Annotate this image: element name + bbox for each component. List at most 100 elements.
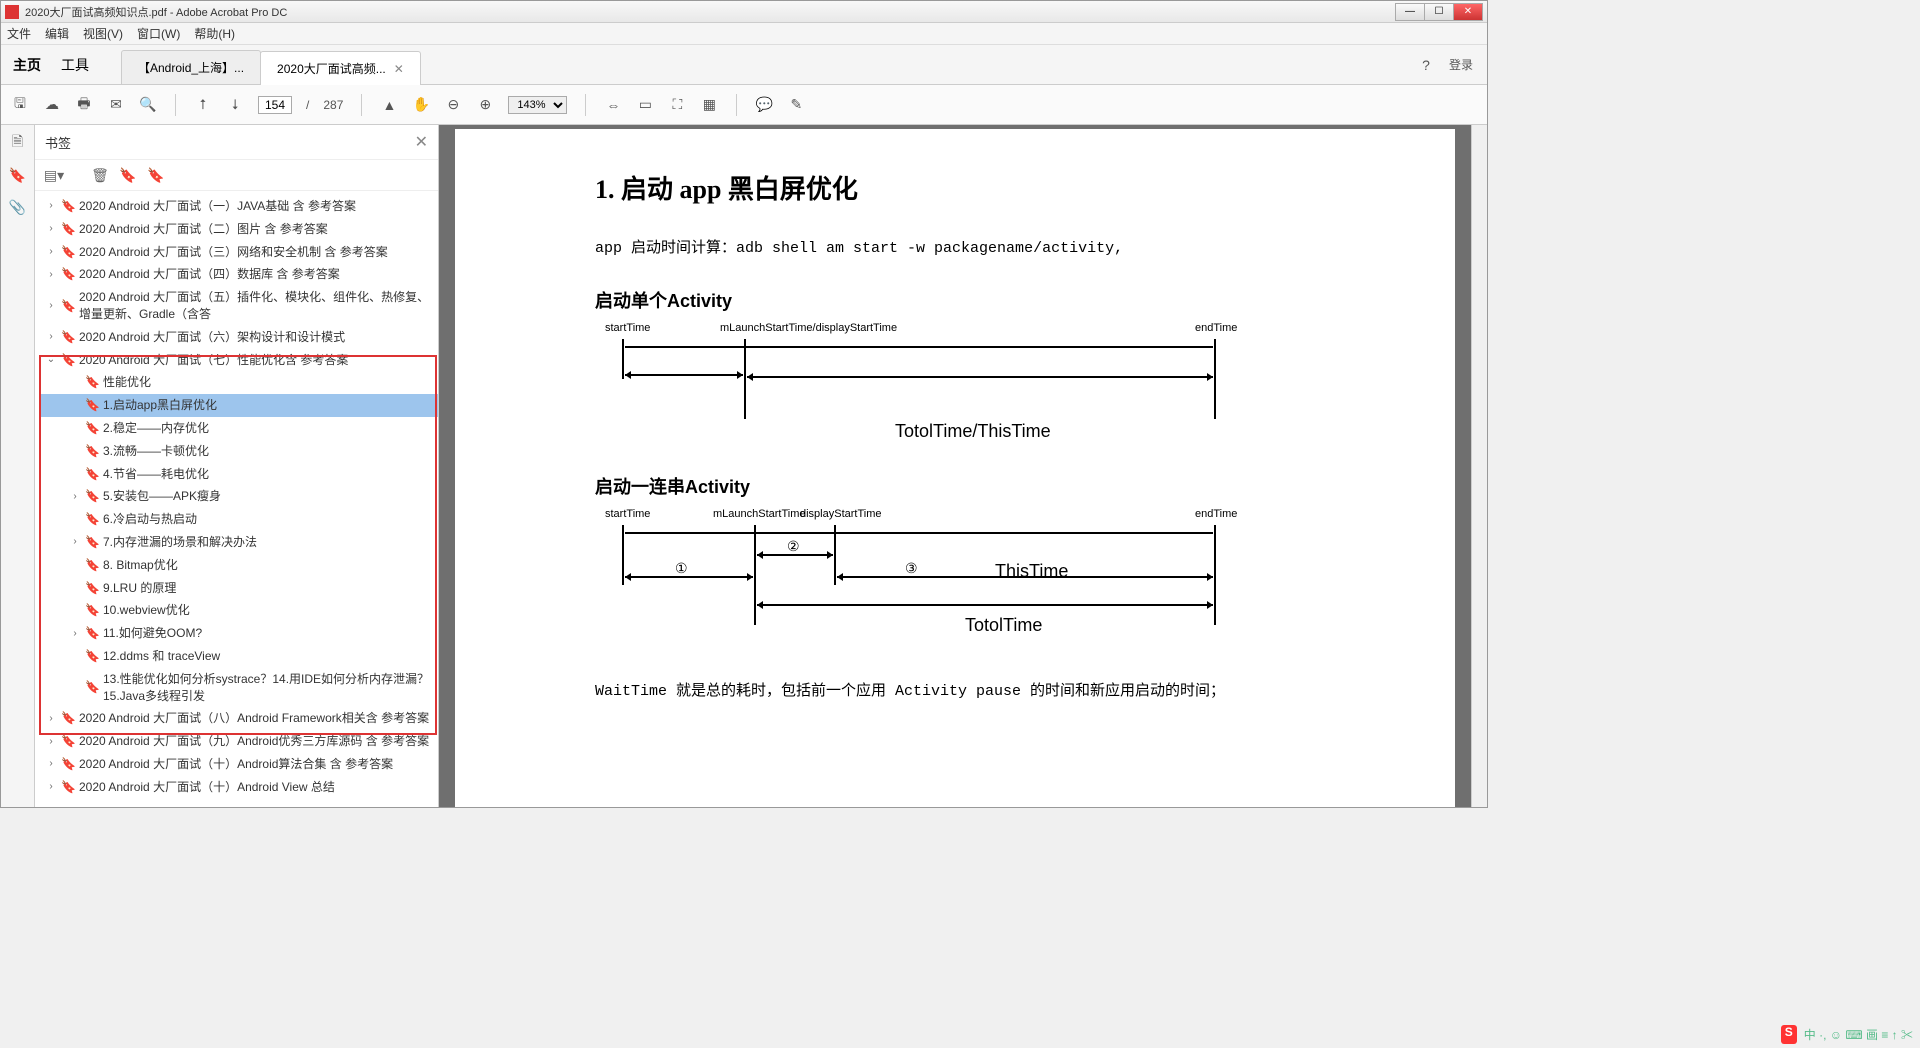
bookmark-item[interactable]: 🔖3.流畅——卡顿优化	[41, 440, 438, 463]
minimize-button[interactable]: —	[1395, 3, 1425, 21]
new-bookmark-icon[interactable]: 🔖	[119, 166, 137, 184]
page-number-input[interactable]	[258, 96, 292, 114]
bookmark-tree[interactable]: ›🔖2020 Android 大厂面试（一）JAVA基础 含 参考答案 ›🔖20…	[35, 191, 438, 807]
ime-tray[interactable]: S 中 ·, ☺ ⌨ 画 ≡ ↑ ✂	[1781, 1025, 1916, 1044]
bookmark-item[interactable]: ›🔖2020 Android 大厂面试（十）Android View 总结	[41, 776, 438, 799]
bookmark-item[interactable]: ›🔖2020 Android 大厂面试（二）图片 含 参考答案	[41, 218, 438, 241]
print-icon[interactable]: 🖶	[75, 96, 93, 114]
sogou-ime-icon[interactable]: S	[1781, 1025, 1797, 1044]
search-icon[interactable]: 🔍	[139, 96, 157, 114]
read-mode-icon[interactable]: ▦	[700, 96, 718, 114]
bookmark-item[interactable]: 🔖6.冷启动与热启动	[41, 508, 438, 531]
section-title-2: 启动一连串Activity	[595, 473, 1415, 499]
menu-window[interactable]: 窗口(W)	[137, 25, 180, 42]
chevron-down-icon[interactable]: ⌄	[45, 353, 57, 367]
bookmark-glyph-icon: 🔖	[61, 756, 75, 773]
chevron-right-icon[interactable]: ›	[45, 222, 57, 236]
ime-status[interactable]: 中 ·, ☺ ⌨ 画 ≡ ↑ ✂	[1801, 1025, 1916, 1044]
panel-toolbar: ▤▾ 🗑 🔖 🔖	[35, 159, 438, 191]
close-button[interactable]: ✕	[1453, 3, 1483, 21]
page-down-icon[interactable]: ⭣	[226, 96, 244, 114]
bookmark-item[interactable]: ›🔖7.内存泄漏的场景和解决办法	[41, 531, 438, 554]
bookmark-item-selected[interactable]: 🔖1.启动app黑白屏优化	[41, 394, 438, 417]
bookmark-item[interactable]: 🔖12.ddms 和 traceView	[41, 645, 438, 668]
menu-file[interactable]: 文件	[7, 25, 31, 42]
bookmark-item[interactable]: 🔖10.webview优化	[41, 599, 438, 622]
doc-tab-1[interactable]: 【Android_上海】...	[121, 50, 261, 84]
chevron-right-icon[interactable]: ›	[45, 735, 57, 749]
bookmark-item[interactable]: ›🔖11.如何避免OOM?	[41, 622, 438, 645]
bookmark-item[interactable]: ›🔖2020 Android 大厂面试（九）Android优秀三方库源码 含 参…	[41, 730, 438, 753]
comment-icon[interactable]: 💬	[755, 96, 773, 114]
bookmark-item[interactable]: ›🔖2020 Android 大厂面试（三）网络和安全机制 含 参考答案	[41, 241, 438, 264]
document-viewport[interactable]: 1. 启动 app 黑白屏优化 app 启动时间计算：adb shell am …	[439, 125, 1471, 807]
bookmark-item[interactable]: ›🔖2020 Android 大厂面试（十）Android算法合集 含 参考答案	[41, 753, 438, 776]
options-icon[interactable]: ▤▾	[45, 166, 63, 184]
chevron-right-icon[interactable]: ›	[45, 199, 57, 213]
chevron-right-icon[interactable]: ›	[45, 268, 57, 282]
bookmark-item[interactable]: ›🔖2020 Android 大厂面试（八）Android Framework相…	[41, 707, 438, 730]
chevron-right-icon[interactable]: ›	[45, 780, 57, 794]
close-icon[interactable]: ✕	[394, 62, 404, 76]
chevron-right-icon[interactable]: ›	[69, 627, 81, 641]
bookmark-item[interactable]: ⌄🔖2020 Android 大厂面试（七）性能优化含 参考答案	[41, 349, 438, 372]
hand-icon[interactable]: ✋	[412, 96, 430, 114]
zoom-in-icon[interactable]: ⊕	[476, 96, 494, 114]
save-icon[interactable]: 🖫	[11, 96, 29, 114]
highlight-icon[interactable]: ✎	[787, 96, 805, 114]
page-up-icon[interactable]: ⭡	[194, 96, 212, 114]
separator	[175, 94, 176, 116]
menu-edit[interactable]: 编辑	[45, 25, 69, 42]
menu-help[interactable]: 帮助(H)	[194, 25, 235, 42]
bookmark-glyph-icon: 🔖	[61, 221, 75, 238]
attachment-icon[interactable]: 📎	[8, 197, 28, 217]
chevron-right-icon[interactable]: ›	[69, 535, 81, 549]
bookmark-icon[interactable]: 🔖	[8, 165, 28, 185]
bookmark-item[interactable]: ›🔖2020 Android 大厂面试（四）数据库 含 参考答案	[41, 263, 438, 286]
trash-icon[interactable]: 🗑	[91, 166, 109, 184]
fullscreen-icon[interactable]: ⛶	[668, 96, 686, 114]
zoom-out-icon[interactable]: ⊖	[444, 96, 462, 114]
command-line: app 启动时间计算：adb shell am start -w package…	[595, 236, 1415, 257]
menu-view[interactable]: 视图(V)	[83, 25, 123, 42]
zoom-select[interactable]: 143%	[508, 96, 567, 114]
pdf-page: 1. 启动 app 黑白屏优化 app 启动时间计算：adb shell am …	[455, 129, 1455, 807]
svg-text:②: ②	[787, 538, 800, 554]
doc-tab-2[interactable]: 2020大厂面试高频... ✕	[260, 51, 421, 85]
bookmark-glyph-icon: 🔖	[61, 266, 75, 283]
bookmark-item[interactable]: 🔖4.节省——耗电优化	[41, 463, 438, 486]
bookmark-item[interactable]: 🔖13.性能优化如何分析systrace？14.用IDE如何分析内存泄漏？15.…	[41, 668, 438, 708]
chevron-right-icon[interactable]: ›	[45, 299, 57, 313]
chevron-right-icon[interactable]: ›	[45, 330, 57, 344]
bookmark-item[interactable]: 🔖9.LRU 的原理	[41, 577, 438, 600]
help-icon[interactable]: ?	[1417, 56, 1435, 74]
panel-close-icon[interactable]: ✕	[415, 132, 428, 152]
bookmark-item[interactable]: 🔖8. Bitmap优化	[41, 554, 438, 577]
bookmark-item[interactable]: 🔖2.稳定——内存优化	[41, 417, 438, 440]
pointer-icon[interactable]: ▲	[380, 96, 398, 114]
bookmark-item[interactable]: ›🔖2020 Android 大厂面试（五）插件化、模块化、组件化、热修复、增量…	[41, 286, 438, 326]
fit-page-icon[interactable]: ▭	[636, 96, 654, 114]
thumbnails-icon[interactable]: 🗎	[8, 133, 28, 153]
bookmark-item[interactable]: ›🔖2020 Android 大厂面试（一）JAVA基础 含 参考答案	[41, 195, 438, 218]
timeline-svg: startTime mLaunchStartTime/displayStartT…	[595, 319, 1245, 449]
chevron-right-icon[interactable]: ›	[45, 757, 57, 771]
chevron-right-icon[interactable]: ›	[69, 490, 81, 504]
tab-tools[interactable]: 工具	[61, 55, 89, 75]
vertical-scrollbar[interactable]	[1471, 125, 1487, 807]
bookmark-item[interactable]: ›🔖5.安装包——APK瘦身	[41, 485, 438, 508]
svg-text:TotolTime/ThisTime: TotolTime/ThisTime	[895, 421, 1051, 441]
svg-text:ThisTime: ThisTime	[995, 561, 1068, 581]
mail-icon[interactable]: ✉	[107, 96, 125, 114]
tab-home[interactable]: 主页	[13, 55, 41, 75]
svg-text:endTime: endTime	[1195, 508, 1237, 520]
find-bookmark-icon[interactable]: 🔖	[147, 166, 165, 184]
bookmark-item[interactable]: 🔖性能优化	[41, 371, 438, 394]
bookmark-item[interactable]: ›🔖2020 Android 大厂面试（六）架构设计和设计模式	[41, 326, 438, 349]
chevron-right-icon[interactable]: ›	[45, 245, 57, 259]
fit-width-icon[interactable]: ⇔	[604, 96, 622, 114]
login-link[interactable]: 登录	[1449, 56, 1473, 73]
chevron-right-icon[interactable]: ›	[45, 712, 57, 726]
maximize-button[interactable]: ☐	[1424, 3, 1454, 21]
cloud-icon[interactable]: ☁	[43, 96, 61, 114]
